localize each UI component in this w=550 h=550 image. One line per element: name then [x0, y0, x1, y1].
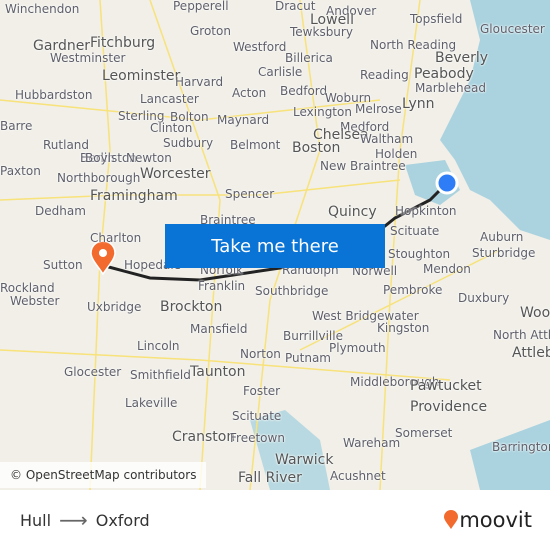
place-label: Winchendon — [5, 2, 80, 16]
place-label: Framingham — [90, 188, 178, 204]
destination-name: Oxford — [95, 510, 150, 530]
place-label: Scituate — [232, 409, 282, 423]
place-label: Lancaster — [140, 92, 199, 106]
place-label: Taunton — [190, 364, 246, 380]
place-label: Acton — [232, 86, 267, 100]
origin-name: Hull — [20, 510, 52, 530]
place-label: New Braintree — [320, 159, 406, 173]
place-label: Rutland — [43, 138, 90, 152]
place-label: Dedham — [35, 204, 86, 218]
place-label: Peabody — [414, 66, 474, 82]
place-label: Barrington — [492, 440, 550, 454]
place-label: Southbridge — [255, 284, 329, 298]
place-label: Westford — [233, 40, 287, 54]
place-label: Mansfield — [190, 322, 248, 336]
place-label: Cranston — [172, 429, 236, 445]
place-label: Stoughton — [388, 247, 451, 261]
place-label: Mendon — [423, 262, 471, 276]
place-label: Uxbridge — [87, 300, 142, 314]
place-label: Webster — [10, 294, 60, 308]
map-attribution: © OpenStreetMap contributors — [0, 462, 207, 488]
place-label: Barre — [0, 119, 33, 133]
map[interactable]: Winchendon Pepperell Dracut Andover Topsfiel… — [0, 0, 550, 490]
place-label: Lexington — [293, 105, 352, 119]
place-label: Gloucester — [480, 22, 545, 36]
origin-marker — [435, 171, 459, 195]
place-label: Fitchburg — [90, 35, 156, 51]
place-label: Spencer — [225, 187, 275, 201]
place-label: Northborough — [57, 171, 141, 185]
route-title: Hull ⟶ Oxford — [20, 508, 150, 532]
place-label: Foster — [243, 384, 281, 398]
place-label: Topsfield — [410, 12, 463, 26]
place-label: Putnam — [285, 351, 331, 365]
place-label: Bedford — [280, 84, 328, 98]
place-label: Sutton — [43, 258, 83, 272]
place-label: Boston — [292, 140, 341, 156]
place-label: Kingston — [377, 321, 430, 335]
place-label: Lynn — [402, 96, 435, 112]
place-label: Dracut — [275, 0, 316, 13]
place-label: Newton — [126, 151, 172, 165]
place-label: Hopkinton — [395, 204, 457, 218]
water-buzzards — [470, 420, 550, 490]
place-label: Brockton — [160, 299, 223, 315]
place-label: Marblehead — [415, 81, 486, 95]
place-label: Norton — [240, 347, 281, 361]
place-label: Reading — [360, 68, 409, 82]
place-label: Fall River — [238, 470, 302, 486]
place-label: Harvard — [175, 75, 224, 89]
place-label: Freetown — [230, 431, 285, 445]
place-label: Waltham — [360, 132, 414, 146]
place-label: Rockland — [0, 281, 55, 295]
place-label: Tewksbury — [290, 25, 353, 39]
place-label: Sturbridge — [472, 246, 536, 260]
place-label: Pawtucket — [410, 378, 482, 394]
place-label: Acushnet — [330, 469, 386, 483]
place-label: Paxton — [0, 164, 41, 178]
moovit-pin-icon — [444, 510, 459, 529]
place-label: Pepperell — [173, 0, 229, 13]
place-label: North Attleboro — [493, 328, 550, 342]
place-label: Smithfield — [130, 368, 191, 382]
place-label: Lincoln — [137, 339, 180, 353]
place-label: Wareham — [343, 436, 401, 450]
place-label: Quincy — [328, 204, 377, 220]
place-label: Attleboro — [512, 345, 550, 361]
footer: Hull ⟶ Oxford moovit — [0, 490, 550, 550]
place-label: Woonsocket — [520, 305, 550, 321]
place-label: Pembroke — [383, 283, 443, 297]
place-label: Beverly — [435, 50, 489, 66]
place-label: Clinton — [150, 121, 193, 135]
place-label: Belmont — [230, 138, 281, 152]
place-label: Hubbardston — [15, 88, 93, 102]
place-label: Groton — [190, 24, 231, 38]
place-label: Lakeville — [125, 396, 178, 410]
place-label: Melrose — [355, 102, 402, 116]
place-label: Billerica — [285, 51, 333, 65]
take-me-there-button[interactable]: Take me there — [165, 224, 385, 268]
place-label: Sudbury — [163, 136, 214, 150]
place-label: Scituate — [390, 224, 440, 238]
place-label: Auburn — [480, 230, 524, 244]
place-label: Worcester — [140, 166, 211, 182]
place-label: Westminster — [50, 51, 126, 65]
place-label: Carlisle — [258, 65, 303, 79]
place-label: Providence — [410, 399, 488, 415]
place-label: Franklin — [198, 279, 246, 293]
place-label: Somerset — [395, 426, 453, 440]
place-label: Duxbury — [458, 291, 510, 305]
place-label: Charlton — [90, 231, 142, 245]
arrow-right-icon: ⟶ — [59, 508, 88, 532]
place-label: Leominster — [102, 68, 181, 84]
moovit-logo[interactable]: moovit — [443, 508, 532, 532]
place-label: Plymouth — [329, 341, 386, 355]
place-label: Warwick — [275, 452, 334, 468]
place-label: Glocester — [64, 365, 122, 379]
place-label: Maynard — [217, 113, 270, 127]
